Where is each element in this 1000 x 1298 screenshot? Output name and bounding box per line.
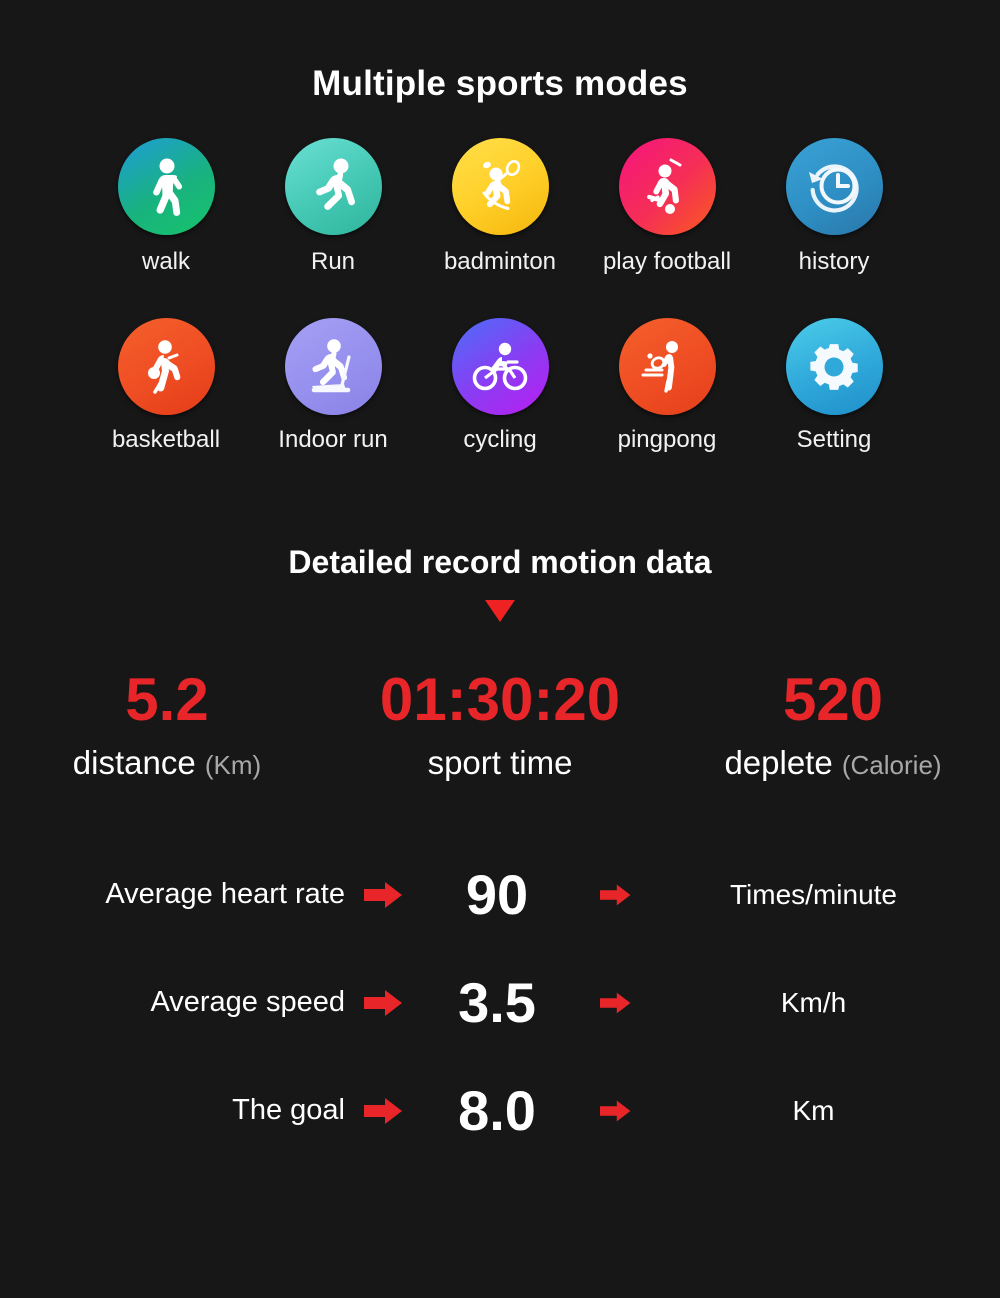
summary-stats: 5.2 distance (Km) 01:30:20 sport time 52… [0, 665, 1000, 779]
sports-mode-grid: walk Run badminton play football history… [0, 138, 1000, 454]
metric-rows: Average heart rate 90 Times/minute Avera… [0, 841, 1000, 1165]
treadmill-runner-icon [311, 339, 351, 393]
table-tennis-icon [641, 340, 678, 393]
arrow-right-icon [600, 992, 631, 1014]
walk-icon-circle [117, 138, 215, 235]
stat-label: deplete (Calorie) [667, 746, 1000, 779]
sports-mode-label: history [798, 248, 870, 275]
stat-deplete: 520 deplete (Calorie) [667, 665, 1000, 779]
sports-mode-indoor-run[interactable]: Indoor run [250, 318, 417, 453]
metric-arrow-secondary-wrap [571, 1099, 661, 1123]
clock-rewind-icon [809, 163, 859, 213]
metric-value: 90 [465, 862, 529, 926]
sports-mode-label: walk [141, 248, 190, 275]
triangle-down-icon [485, 599, 515, 622]
stat-label: sport time [334, 746, 667, 779]
pingpong-icon-circle [618, 318, 716, 416]
run-icon-circle [284, 138, 382, 235]
stat-label-text: sport time [427, 743, 573, 781]
sports-mode-label: play football [602, 248, 732, 275]
stat-sport-time: 01:30:20 sport time [334, 665, 667, 779]
sports-mode-walk[interactable]: walk [83, 138, 250, 275]
metric-arrow-primary-wrap [345, 1096, 423, 1126]
sports-mode-label: Indoor run [278, 426, 388, 454]
sports-mode-run[interactable]: Run [250, 138, 417, 275]
sports-mode-basketball[interactable]: basketball [83, 318, 250, 453]
sports-mode-row-1: walk Run badminton play football history [0, 138, 1000, 275]
stat-label-text: distance [72, 743, 196, 781]
history-icon-circle [785, 138, 883, 235]
metric-arrow-secondary-wrap [571, 991, 661, 1015]
badminton-player-icon [482, 159, 521, 210]
stat-label-text: deplete [724, 743, 833, 781]
stat-value: 520 [782, 665, 884, 733]
sports-mode-label: Run [310, 248, 356, 275]
metric-arrow-primary-wrap [345, 988, 423, 1018]
stat-value: 5.2 [125, 665, 209, 733]
page-title: Multiple sports modes [312, 64, 688, 103]
metric-row-the-goal: The goal 8.0 Km [0, 1057, 1000, 1165]
sports-mode-label: cycling [463, 426, 537, 454]
sports-mode-label: badminton [443, 248, 557, 275]
arrow-right-icon [600, 884, 631, 906]
stat-label: distance (Km) [1, 746, 334, 779]
detail-section-title: Detailed record motion data [288, 543, 712, 580]
sports-mode-cycling[interactable]: cycling [417, 318, 584, 453]
sports-mode-history[interactable]: history [751, 138, 918, 275]
cycling-icon-circle [451, 318, 549, 416]
arrow-right-icon [600, 1100, 631, 1122]
sports-mode-pingpong[interactable]: pingpong [584, 318, 751, 453]
basketball-icon-circle [117, 318, 215, 416]
sports-mode-label: Setting [796, 426, 872, 454]
football-player-icon [647, 158, 682, 214]
metric-arrow-primary-wrap [345, 880, 423, 910]
stat-unit: (Km) [204, 749, 262, 780]
walking-person-icon [153, 158, 183, 216]
stat-unit: (Calorie) [841, 749, 942, 780]
stat-distance: 5.2 distance (Km) [1, 665, 334, 779]
metric-name: The goal [232, 1094, 345, 1127]
indoor-run-icon-circle [284, 318, 382, 416]
metric-row-heart-rate: Average heart rate 90 Times/minute [0, 841, 1000, 949]
metric-unit: Times/minute [729, 878, 897, 910]
running-person-icon [316, 158, 355, 210]
arrow-right-icon [364, 1097, 402, 1124]
sports-mode-label: pingpong [617, 426, 717, 454]
sports-mode-row-2: basketball Indoor run cycling pingpong S… [0, 318, 1000, 453]
metric-row-average-speed: Average speed 3.5 Km/h [0, 949, 1000, 1057]
sports-mode-play-football[interactable]: play football [584, 138, 751, 275]
badminton-icon-circle [451, 138, 549, 235]
football-icon-circle [618, 138, 716, 235]
sports-mode-badminton[interactable]: badminton [417, 138, 584, 275]
metric-unit: Km/h [780, 986, 847, 1018]
arrow-right-icon [364, 881, 402, 908]
metric-name: Average speed [150, 986, 345, 1019]
metric-value: 3.5 [458, 970, 536, 1034]
arrow-right-icon [364, 989, 402, 1016]
metric-value: 8.0 [458, 1078, 536, 1142]
sports-mode-label: basketball [111, 426, 221, 454]
down-triangle-indicator-wrap [0, 599, 1000, 622]
metric-unit: Km [792, 1094, 835, 1126]
metric-name: Average heart rate [105, 878, 345, 911]
sports-mode-setting[interactable]: Setting [751, 318, 918, 453]
gear-icon [810, 344, 858, 390]
setting-icon-circle [785, 318, 883, 416]
metric-arrow-secondary-wrap [571, 883, 661, 907]
cyclist-icon [472, 342, 528, 391]
stat-value: 01:30:20 [379, 665, 621, 733]
basketball-player-icon [148, 340, 181, 394]
